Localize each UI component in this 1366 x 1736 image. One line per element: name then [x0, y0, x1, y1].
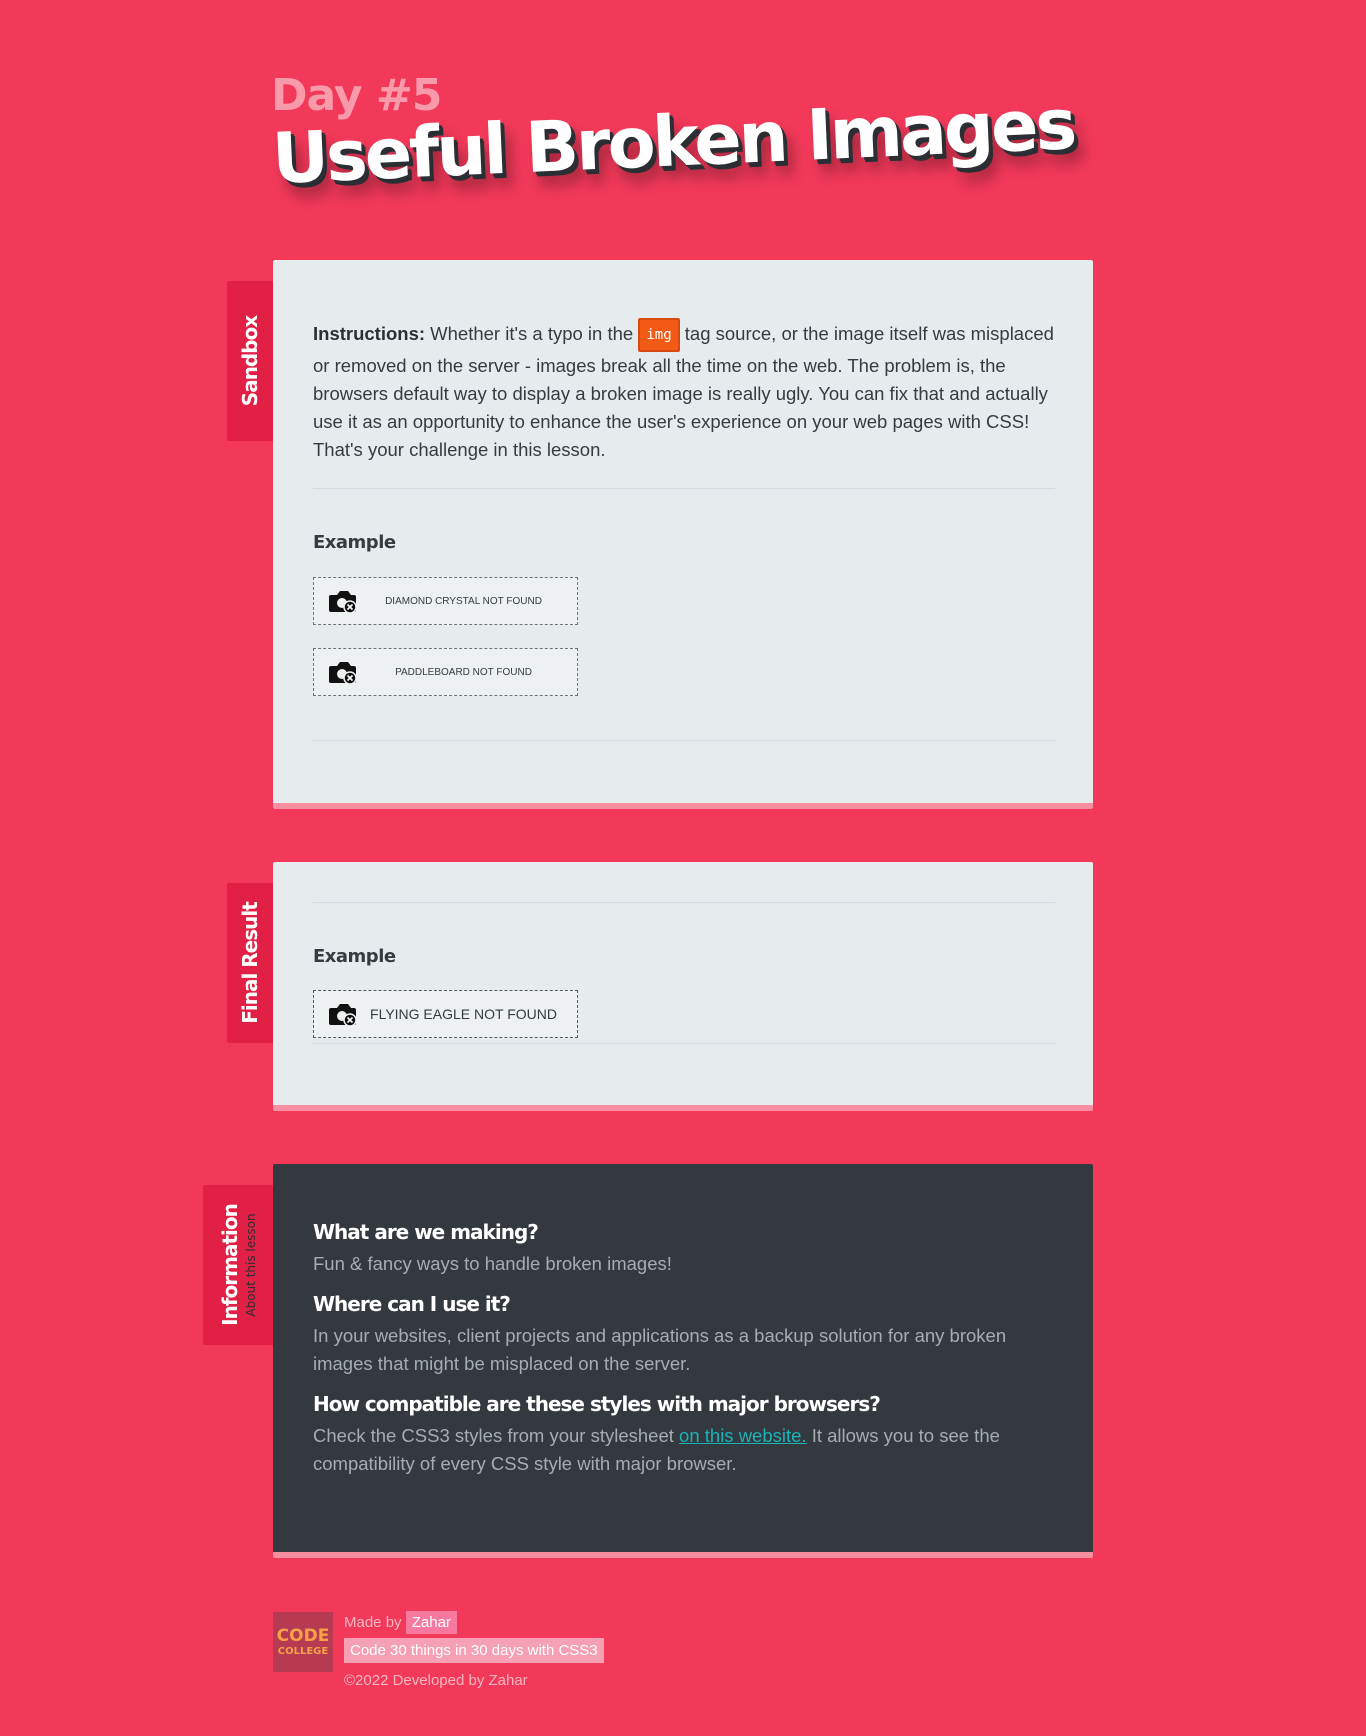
course-link[interactable]: Code 30 things in 30 days with CSS3	[344, 1638, 604, 1663]
final-result-tab: Final Result	[227, 883, 273, 1043]
divider	[313, 740, 1055, 741]
compatibility-link[interactable]: on this website.	[679, 1425, 807, 1446]
information-tab-sublabel: About this lesson	[244, 1213, 258, 1317]
answer-text: Check the CSS3 styles from your styleshe…	[313, 1422, 1055, 1478]
sandbox-tab-label: Sandbox	[238, 315, 263, 407]
sandbox-panel: Instructions: Whether it's a typo in the…	[273, 260, 1093, 809]
information-panel: What are we making? Fun & fancy ways to …	[273, 1164, 1093, 1558]
logo-line2: COLLEGE	[277, 1645, 329, 1657]
answer-text: Fun & fancy ways to handle broken images…	[313, 1253, 672, 1274]
camera-error-icon	[329, 662, 357, 685]
question-heading: How compatible are these styles with maj…	[313, 1392, 881, 1416]
instructions-pre: Whether it's a typo in the	[425, 322, 639, 344]
broken-image-label: FLYING EAGLE NOT FOUND	[370, 1006, 557, 1022]
divider	[313, 488, 1055, 489]
made-by-label: Made by	[344, 1614, 402, 1631]
camera-error-icon	[329, 591, 357, 614]
instructions-label: Instructions:	[313, 322, 426, 344]
instructions-text: Instructions: Whether it's a typo in the…	[313, 318, 1055, 464]
answer-text: In your websites, client projects and ap…	[313, 1325, 1007, 1374]
broken-image-paddleboard: PADDLEBOARD NOT FOUND	[313, 648, 578, 696]
code-tag-chip: img	[638, 318, 680, 352]
camera-error-icon	[329, 1004, 357, 1027]
example-heading: Example	[313, 532, 396, 553]
final-result-panel: Example FLYING EAGLE NOT FOUND	[273, 862, 1093, 1111]
divider	[313, 902, 1055, 903]
broken-image-flying-eagle: FLYING EAGLE NOT FOUND	[313, 990, 578, 1038]
final-result-tab-label: Final Result	[238, 902, 262, 1024]
code-college-logo[interactable]: CODE COLLEGE	[273, 1612, 333, 1672]
example-heading: Example	[313, 946, 396, 967]
copyright: ©2022 Developed by Zahar	[344, 1672, 528, 1689]
made-by-line: Made by Zahar	[344, 1611, 457, 1634]
author-link[interactable]: Zahar	[405, 1611, 457, 1634]
sandbox-tab: Sandbox	[227, 281, 273, 441]
question-heading: What are we making?	[313, 1220, 539, 1244]
information-tab: Information About this lesson	[203, 1185, 273, 1345]
question-heading: Where can I use it?	[313, 1292, 511, 1316]
information-tab-label: Information	[218, 1204, 242, 1326]
broken-image-diamond-crystal: DIAMOND CRYSTAL NOT FOUND	[313, 577, 578, 625]
logo-line1: CODE	[276, 1625, 330, 1646]
broken-image-label: DIAMOND CRYSTAL NOT FOUND	[385, 595, 542, 607]
broken-image-label: PADDLEBOARD NOT FOUND	[395, 666, 532, 678]
divider	[313, 1043, 1055, 1044]
answer-pre: Check the CSS3 styles from your styleshe…	[313, 1425, 680, 1446]
course-line: Code 30 things in 30 days with CSS3	[344, 1638, 604, 1663]
